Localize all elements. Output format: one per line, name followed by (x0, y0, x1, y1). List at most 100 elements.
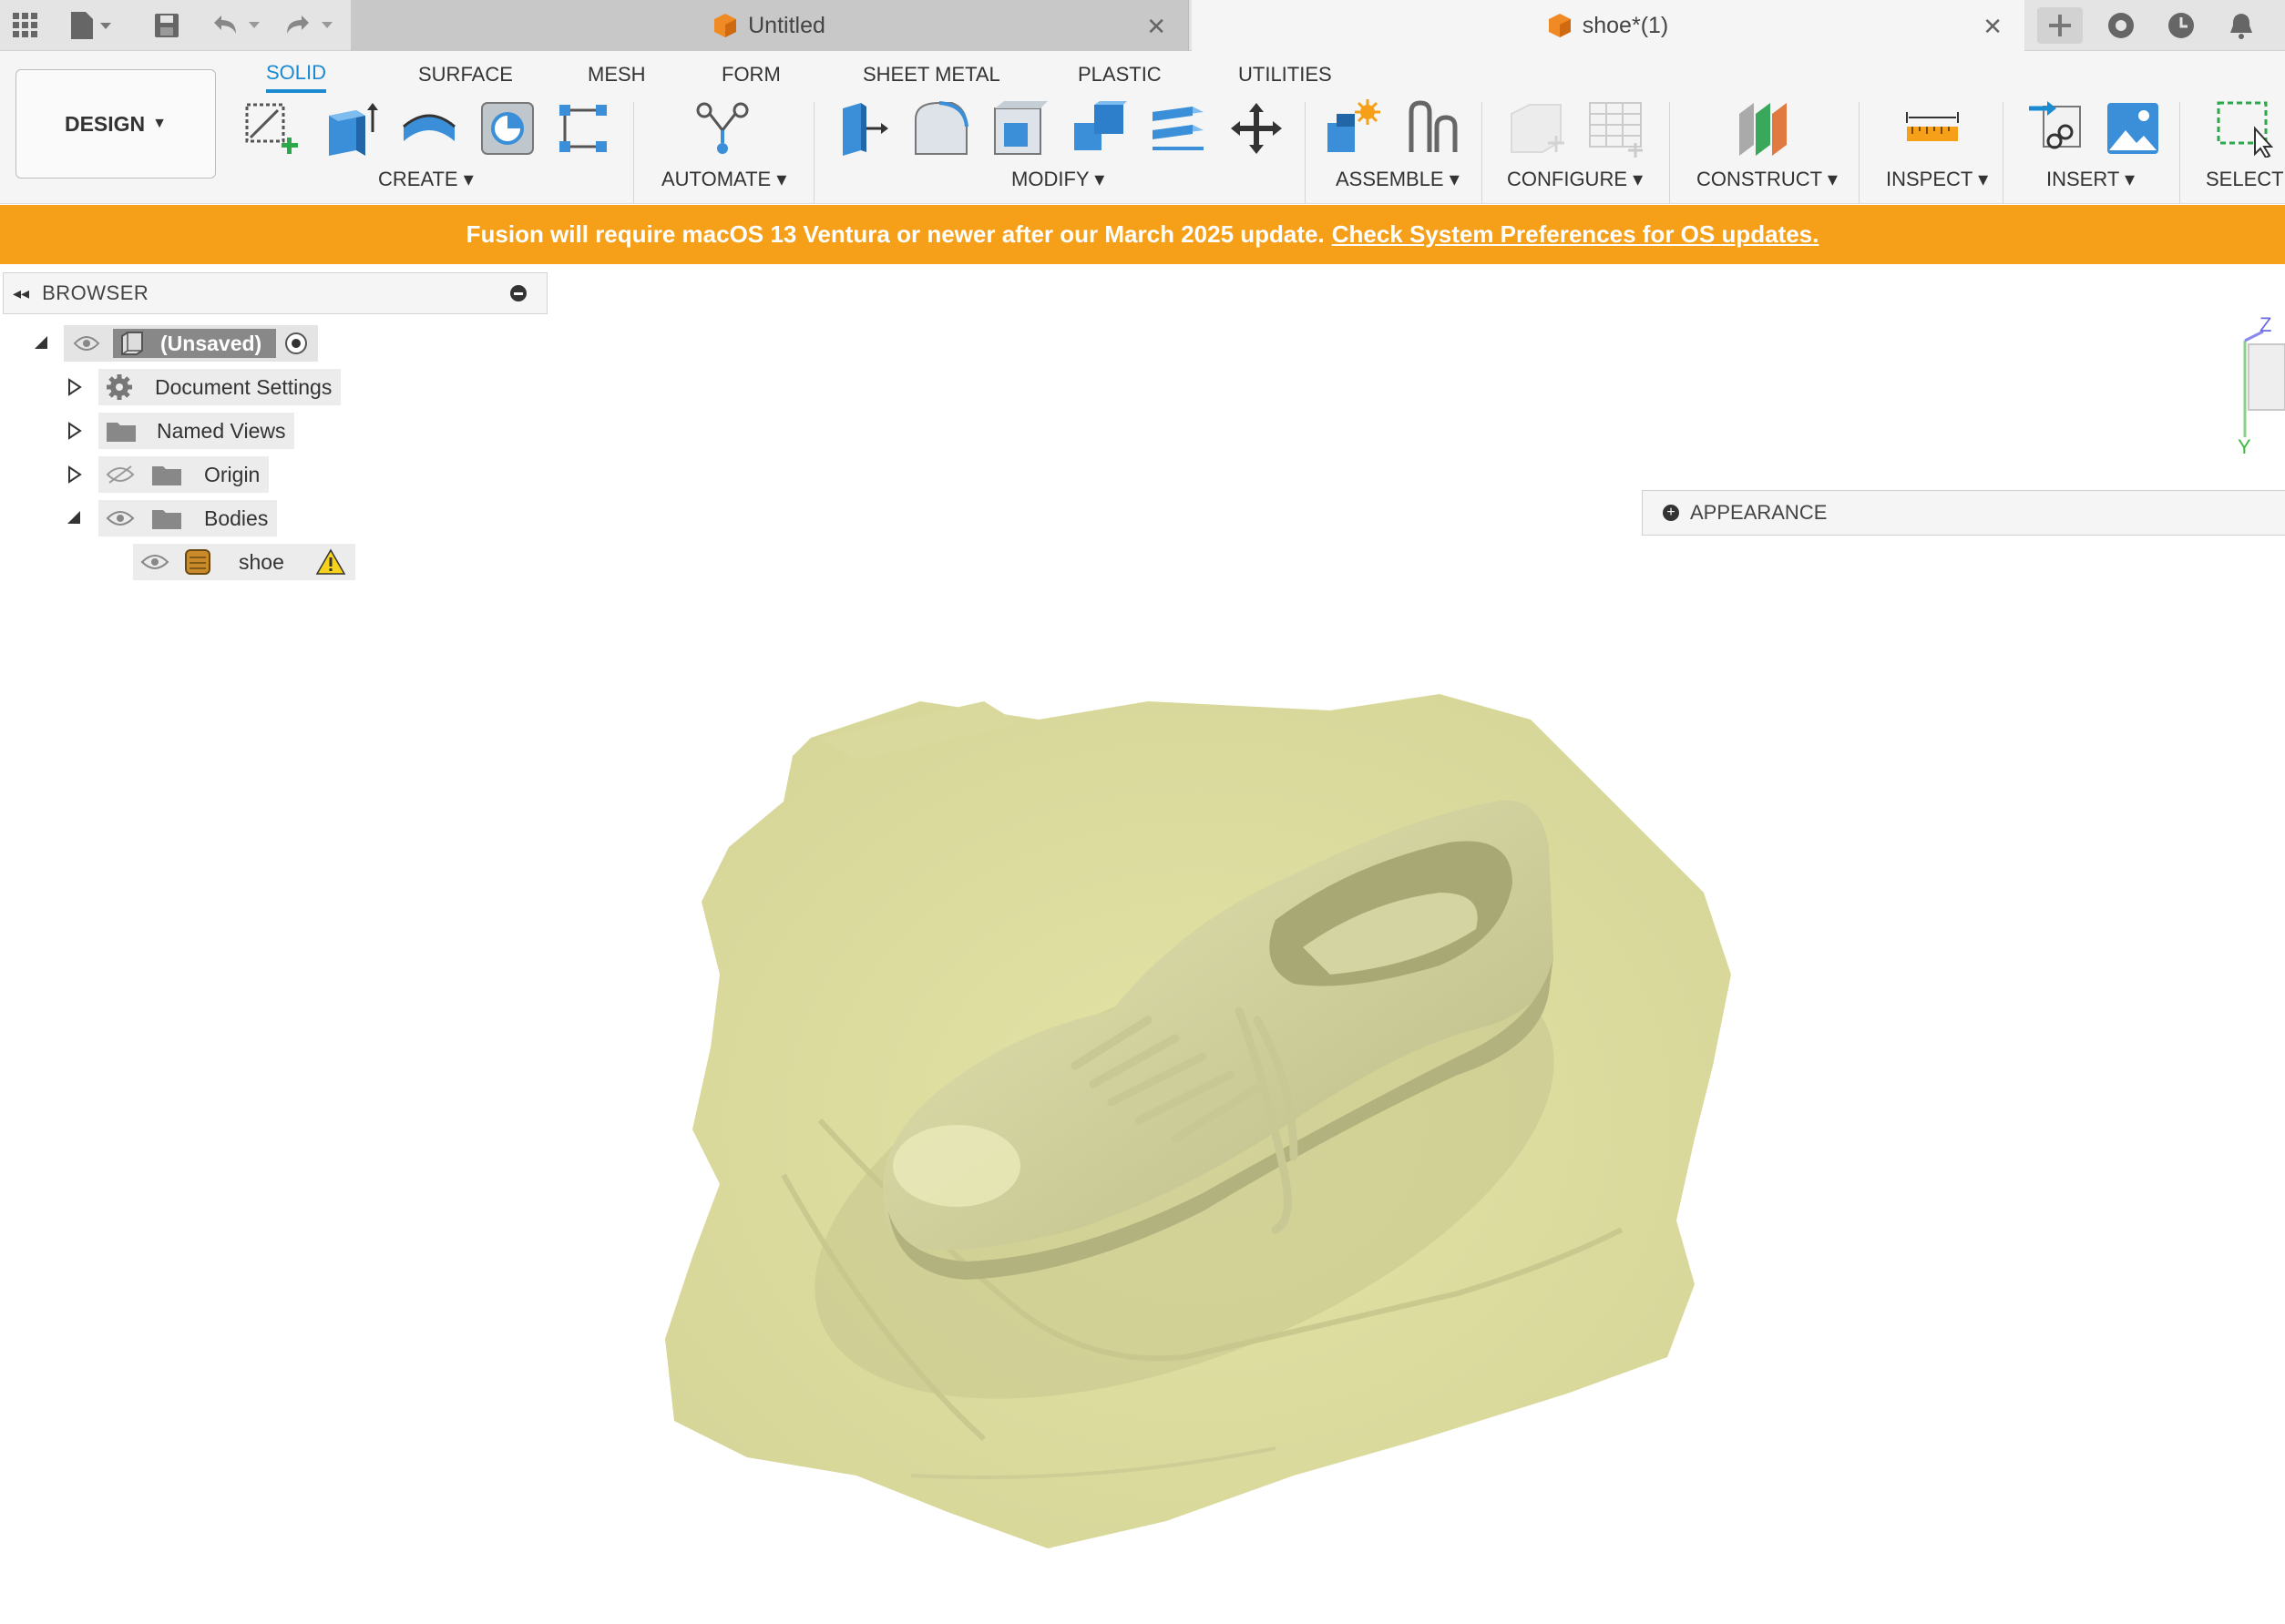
expanded-triangle-icon[interactable] (66, 509, 84, 527)
create-menu[interactable]: CREATE ▾ (378, 168, 474, 191)
close-tab-icon[interactable]: ✕ (1146, 13, 1166, 41)
collapsed-triangle-icon[interactable] (66, 465, 84, 484)
fillet-icon[interactable] (909, 97, 973, 160)
insert-image-icon[interactable] (2101, 97, 2165, 160)
tree-item-bodies[interactable]: Bodies (66, 500, 278, 536)
pattern-icon[interactable] (551, 97, 615, 160)
tab-plastic[interactable]: PLASTIC (1078, 56, 1162, 93)
extensions-icon[interactable] (2103, 7, 2139, 44)
joint-icon[interactable] (1401, 97, 1465, 160)
warning-icon[interactable] (315, 548, 346, 576)
viewcube[interactable]: Z Y (2238, 313, 2285, 458)
tree-label: Origin (204, 462, 261, 486)
appearance-title: APPEARANCE (1690, 501, 1828, 524)
axis-y-label: Y (2238, 435, 2251, 458)
offset-face-icon[interactable] (1146, 97, 1210, 160)
eye-icon[interactable] (73, 334, 100, 352)
tab-surface[interactable]: SURFACE (418, 56, 513, 93)
divider (2179, 102, 2180, 204)
move-copy-icon[interactable] (1224, 97, 1288, 160)
divider (1859, 102, 1860, 204)
inspect-menu[interactable]: INSPECT ▾ (1886, 168, 1988, 191)
tab-form[interactable]: FORM (722, 56, 781, 93)
tab-sheet-metal[interactable]: SHEET METAL (863, 56, 1000, 93)
new-component-icon[interactable] (1321, 97, 1385, 160)
revolve-icon[interactable] (397, 97, 461, 160)
divider (1305, 102, 1306, 204)
combine-icon[interactable] (1068, 97, 1132, 160)
tab-utilities[interactable]: UTILITIES (1238, 56, 1332, 93)
select-menu[interactable]: SELECT ▾ (2206, 168, 2285, 191)
tree-item-named-views[interactable]: Named Views (66, 413, 295, 449)
canvas-viewport[interactable]: Z Y (0, 264, 2285, 1619)
tree-item-document-settings[interactable]: Document Settings (66, 369, 342, 405)
collapsed-triangle-icon[interactable] (66, 378, 84, 396)
divider (814, 102, 815, 204)
apps-grid-icon[interactable] (7, 7, 44, 44)
divider (633, 102, 634, 204)
insert-menu[interactable]: INSERT ▾ (2046, 168, 2135, 191)
redo-icon[interactable] (281, 7, 337, 44)
toolbar-ribbon: DESIGN ▼ SOLID SURFACE MESH FORM SHEET M… (0, 51, 2285, 204)
automate-icon[interactable] (691, 97, 754, 160)
save-icon[interactable] (149, 7, 185, 44)
os-update-banner: Fusion will require macOS 13 Ventura or … (0, 205, 2285, 264)
tab-mesh[interactable]: MESH (588, 56, 646, 93)
tab-solid[interactable]: SOLID (266, 56, 327, 93)
select-box-icon[interactable] (2212, 97, 2276, 160)
tree-item-origin[interactable]: Origin (66, 456, 270, 493)
tree-label: Bodies (204, 506, 269, 530)
assemble-menu[interactable]: ASSEMBLE ▾ (1336, 168, 1460, 191)
shell-icon[interactable] (989, 97, 1052, 160)
insert-derive-icon[interactable] (2024, 97, 2088, 160)
offset-plane-icon[interactable] (1731, 97, 1795, 160)
eye-hidden-icon[interactable] (106, 465, 135, 485)
shoe-mesh-model (665, 694, 1731, 1548)
minimize-browser-icon[interactable] (510, 285, 527, 301)
document-tab-bar: Untitled ✕ shoe*(1) ✕ (0, 0, 2285, 51)
notifications-bell-icon[interactable] (2223, 7, 2259, 44)
expand-plus-icon[interactable]: + (1663, 505, 1679, 521)
undo-icon[interactable] (208, 7, 264, 44)
tree-label: shoe (239, 549, 284, 574)
axis-z-label: Z (2259, 313, 2272, 336)
tab-title: Untitled (748, 12, 825, 38)
check-system-preferences-link[interactable]: Check System Preferences for OS updates. (1332, 220, 1819, 249)
active-radio-icon[interactable] (283, 331, 309, 356)
folder-icon (152, 466, 181, 485)
tree-root[interactable]: (Unsaved) (33, 325, 319, 362)
eye-icon[interactable] (106, 508, 135, 528)
tab-untitled[interactable]: Untitled ✕ (351, 0, 1189, 51)
file-menu-icon[interactable] (66, 7, 120, 44)
automate-menu[interactable]: AUTOMATE ▾ (661, 168, 786, 191)
browser-title: BROWSER (42, 281, 149, 304)
tree-item-shoe-body[interactable]: shoe (133, 544, 355, 580)
expanded-triangle-icon[interactable] (33, 334, 51, 352)
design-label: DESIGN (64, 111, 146, 136)
create-sketch-icon[interactable] (239, 97, 302, 160)
tab-shoe[interactable]: shoe*(1) ✕ (1192, 0, 2024, 51)
construct-menu[interactable]: CONSTRUCT ▾ (1696, 168, 1838, 191)
modify-menu[interactable]: MODIFY ▾ (1011, 168, 1104, 191)
collapsed-triangle-icon[interactable] (66, 422, 84, 440)
cube-icon (1548, 14, 1571, 37)
job-status-icon[interactable] (2163, 7, 2199, 44)
appearance-panel-header[interactable]: + APPEARANCE (1642, 490, 2285, 536)
press-pull-icon[interactable] (831, 97, 895, 160)
configuration-table-icon[interactable] (1583, 97, 1647, 160)
body-icon (185, 549, 210, 575)
banner-message: Fusion will require macOS 13 Ventura or … (466, 220, 1325, 248)
close-tab-icon[interactable]: ✕ (1983, 13, 2003, 41)
extrude-icon[interactable] (319, 97, 383, 160)
configure-insert-icon[interactable] (1505, 97, 1569, 160)
root-label: (Unsaved) (160, 331, 262, 355)
eye-icon[interactable] (140, 552, 169, 572)
new-tab-icon[interactable] (2037, 7, 2083, 44)
collapse-browser-icon[interactable]: ◂◂ (13, 284, 29, 303)
configure-menu[interactable]: CONFIGURE ▾ (1507, 168, 1643, 191)
component-icon (121, 332, 143, 355)
gear-icon (107, 374, 132, 400)
hole-icon[interactable] (476, 97, 539, 160)
measure-icon[interactable] (1901, 97, 1964, 160)
workspace-switcher-button[interactable]: DESIGN ▼ (15, 69, 216, 179)
